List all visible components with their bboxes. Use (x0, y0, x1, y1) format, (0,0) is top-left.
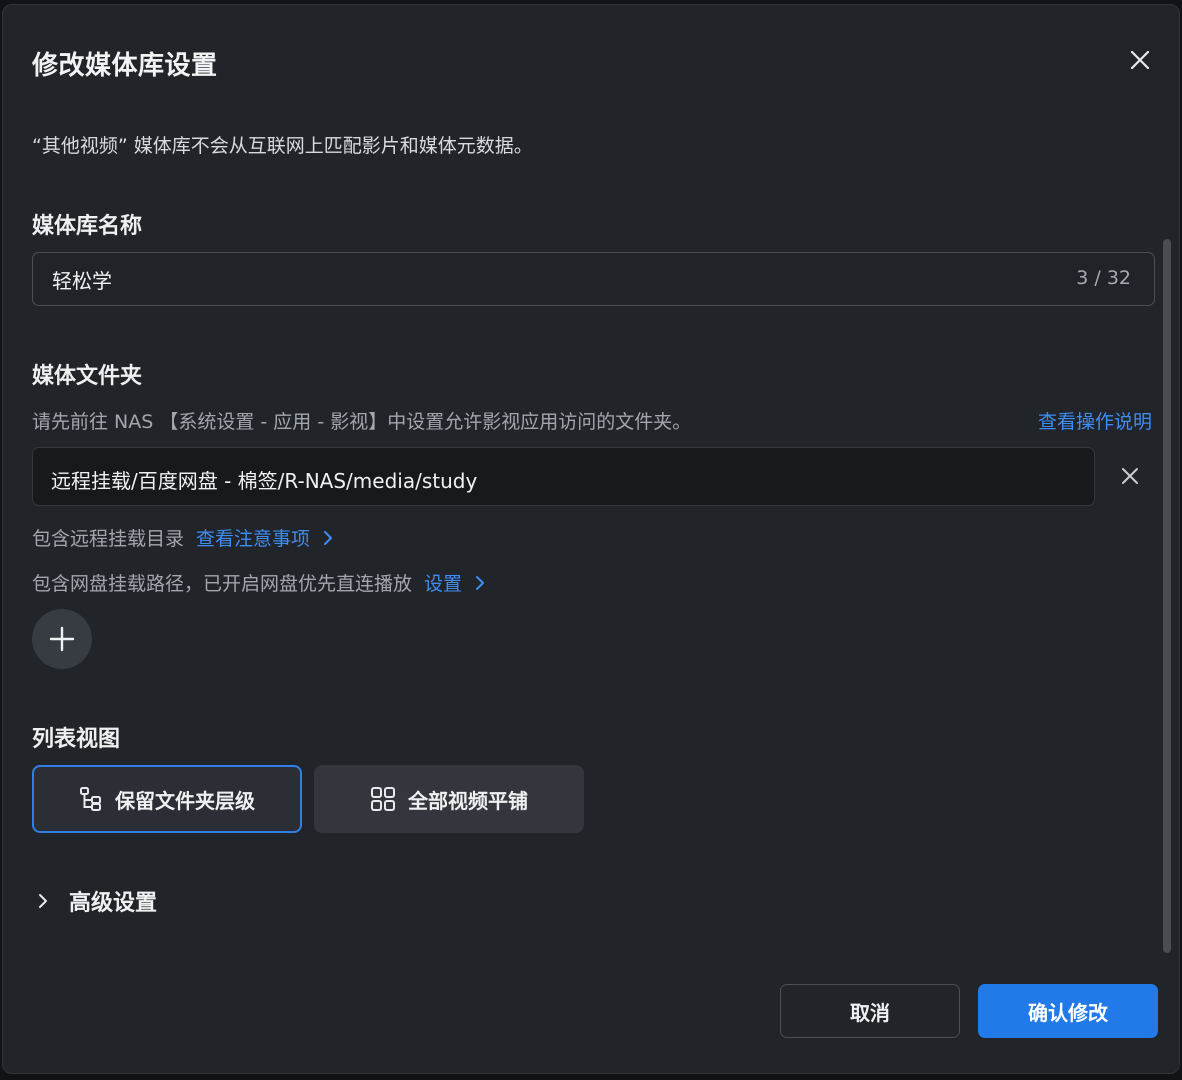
netdisk-note-text: 包含网盘挂载路径，已开启网盘优先直连播放 (32, 573, 413, 595)
edit-library-dialog: 修改媒体库设置 “其他视频” 媒体库不会从互联网上匹配影片和媒体元数据。 媒体库… (2, 4, 1180, 1074)
close-icon (1122, 468, 1138, 484)
chevron-right-icon[interactable] (474, 575, 486, 591)
character-counter: 3 / 32 (1076, 267, 1131, 289)
dialog-description: “其他视频” 媒体库不会从互联网上匹配影片和媒体元数据。 (32, 135, 533, 157)
advanced-settings-toggle[interactable]: 高级设置 (37, 885, 157, 917)
keep-folder-hierarchy-label: 保留文件夹层级 (115, 788, 255, 813)
chevron-right-icon (39, 894, 47, 908)
chevron-right-icon[interactable] (322, 530, 334, 546)
remote-mount-note-text: 包含远程挂载目录 (32, 528, 185, 550)
add-folder-button[interactable] (32, 609, 92, 669)
plus-icon (49, 626, 75, 652)
folder-tree-icon (80, 787, 101, 811)
close-icon (1130, 50, 1150, 70)
cancel-button[interactable]: 取消 (780, 984, 960, 1038)
confirm-button[interactable]: 确认修改 (978, 984, 1158, 1038)
folder-path: 远程挂载/百度网盘 - 棉签/R-NAS/media/study (51, 469, 478, 493)
flatten-all-videos-button[interactable]: 全部视频平铺 (314, 765, 584, 833)
view-notes-link[interactable]: 查看注意事项 (196, 524, 310, 551)
netdisk-note: 包含网盘挂载路径，已开启网盘优先直连播放 设置 (32, 569, 486, 596)
media-folder-hint: 请先前往 NAS 【系统设置 - 应用 - 影视】中设置允许影视应用访问的文件夹… (32, 411, 692, 433)
library-name-field[interactable]: 3 / 32 (32, 252, 1155, 306)
dialog-title: 修改媒体库设置 (32, 51, 218, 81)
netdisk-settings-link[interactable]: 设置 (424, 569, 462, 596)
keep-folder-hierarchy-button[interactable]: 保留文件夹层级 (32, 765, 302, 833)
view-instructions-link[interactable]: 查看操作说明 (1038, 407, 1152, 434)
scrollbar[interactable] (1163, 239, 1171, 953)
grid-icon (371, 787, 395, 811)
close-button[interactable] (1125, 45, 1155, 75)
list-view-label: 列表视图 (32, 727, 121, 752)
library-name-input[interactable] (50, 253, 950, 305)
flatten-all-videos-label: 全部视频平铺 (408, 788, 528, 813)
folder-path-row: 远程挂载/百度网盘 - 棉签/R-NAS/media/study (32, 447, 1095, 506)
media-folder-label: 媒体文件夹 (32, 364, 143, 389)
library-name-label: 媒体库名称 (32, 214, 143, 239)
remote-mount-note: 包含远程挂载目录 查看注意事项 (32, 524, 334, 551)
remove-folder-button[interactable] (1117, 463, 1143, 489)
advanced-settings-label: 高级设置 (69, 891, 158, 916)
